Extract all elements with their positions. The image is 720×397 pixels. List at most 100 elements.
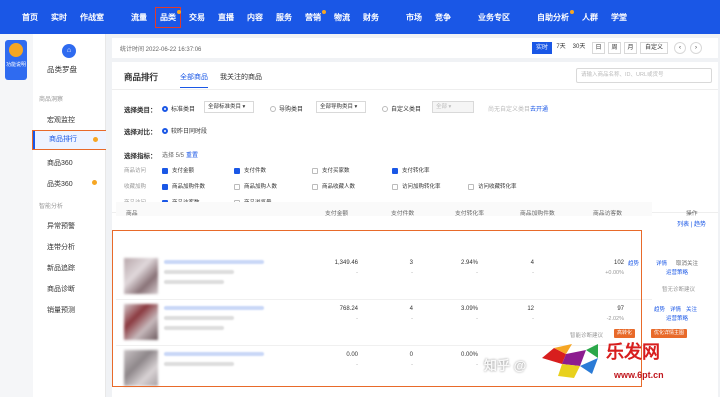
product-search-input[interactable]: 请输入商品名称、ID、URL或货号 <box>576 68 712 83</box>
metric-option-label: 支付买家数 <box>322 168 350 174</box>
product-image[interactable] <box>124 258 158 294</box>
custom-category-select: 全部 ▾ <box>432 101 474 113</box>
nav-self-analysis-label: 自助分析 <box>537 12 569 22</box>
period-30d[interactable]: 30天 <box>570 42 588 54</box>
sidebar-item-product-diagnosis[interactable]: 商品诊断 <box>47 284 75 294</box>
nav-crowd[interactable]: 人群 <box>582 12 598 23</box>
period-7d[interactable]: 7天 <box>555 42 567 54</box>
compare-label: 选择对比： <box>124 129 157 136</box>
nav-content[interactable]: 内容 <box>247 12 263 23</box>
sidebar-item-category-360[interactable]: 品类360 <box>47 179 73 189</box>
nav-business-zone[interactable]: 业务专区 <box>478 12 510 23</box>
ops-strategy-link[interactable]: 运营策略 <box>666 314 688 322</box>
follow-link[interactable]: 关注 <box>686 305 697 313</box>
sidebar-item-sales-forecast[interactable]: 销量预测 <box>47 305 75 315</box>
period-custom[interactable]: 自定义 <box>640 42 668 54</box>
open-custom-category-link[interactable]: 去开通 <box>530 104 548 113</box>
std-category-label: 标准类目 <box>171 107 196 113</box>
guide-category-select[interactable]: 全部导购类目 ▾ <box>316 101 366 113</box>
compare-yesterday-radio[interactable]: 较昨日同时段 <box>162 126 207 135</box>
nav-trade[interactable]: 交易 <box>189 12 205 23</box>
metric-pay-amount-checkbox[interactable]: 支付金额 <box>162 166 194 174</box>
nav-market[interactable]: 市场 <box>406 12 422 23</box>
guide-category-radio[interactable]: 导购类目 <box>270 104 303 113</box>
sidebar-item-product-360[interactable]: 商品360 <box>47 158 73 168</box>
nav-category[interactable]: 品类 <box>155 6 181 28</box>
nav-marketing[interactable]: 营销 <box>305 9 326 23</box>
nav-logistics[interactable]: 物流 <box>334 12 350 23</box>
unfollow-link[interactable]: 取消关注 <box>676 259 698 267</box>
table-header <box>116 202 652 216</box>
nav-war-room[interactable]: 作战室 <box>80 12 104 23</box>
product-image[interactable] <box>124 350 158 386</box>
sidebar-item-product-ranking[interactable]: 商品排行 <box>32 130 107 150</box>
tab-all-products[interactable]: 全部商品 <box>180 72 208 88</box>
product-title-blurred[interactable] <box>164 260 264 264</box>
nav-competition[interactable]: 竞争 <box>435 12 451 23</box>
stat-time-bar: 统计时间 2022-06-22 16:37:06 实时 7天 30天 日 周 月… <box>112 38 718 58</box>
high-conversion-tag[interactable]: 高转化 <box>614 329 636 338</box>
col-cart-qty[interactable]: 商品加购件数 <box>520 208 555 217</box>
period-week[interactable]: 周 <box>608 42 621 54</box>
sidebar-item-basket-analysis[interactable]: 连带分析 <box>47 242 75 252</box>
function-guide-button[interactable]: 功能说明 <box>5 40 27 80</box>
std-category-radio[interactable]: 标准类目 <box>162 104 195 113</box>
nav-live[interactable]: 直播 <box>218 12 234 23</box>
product-id-blurred <box>164 316 234 320</box>
sidebar-item-new-product-tracking[interactable]: 新品追踪 <box>47 263 75 273</box>
tab-followed-products[interactable]: 我关注的商品 <box>220 72 262 82</box>
col-visitors[interactable]: 商品访客数 <box>593 208 622 217</box>
new-dot-icon <box>177 9 181 14</box>
prev-period-button[interactable]: ‹ <box>674 42 686 54</box>
ops-strategy-link[interactable]: 运营策略 <box>666 268 688 276</box>
metric-visit-cart-cvr-checkbox[interactable]: 访问加购转化率 <box>392 182 441 190</box>
col-pay-qty[interactable]: 支付件数 <box>391 208 414 217</box>
product-image[interactable] <box>124 304 158 340</box>
sidebar-group-smart: 智能分析 <box>39 204 64 210</box>
metric-reset-link[interactable]: 重置 <box>186 150 198 159</box>
cell-pay-qty: 0 <box>409 352 413 358</box>
col-ops: 操作 <box>686 211 698 217</box>
sidebar-item-anomaly-alert[interactable]: 异常预警 <box>47 221 75 231</box>
trend-link[interactable]: 趋势 <box>628 259 639 267</box>
product-title-blurred[interactable] <box>164 352 264 356</box>
detail-link[interactable]: 详情 <box>656 259 667 267</box>
metric-option-label: 访问收藏转化率 <box>478 184 517 190</box>
period-realtime[interactable]: 实时 <box>532 42 552 54</box>
category-label: 选择类目： <box>124 107 157 114</box>
view-toggle[interactable]: 列表 | 趋势 <box>677 219 706 228</box>
col-pay-amount[interactable]: 支付金额 <box>325 208 348 217</box>
trend-link[interactable]: 趋势 <box>654 305 665 313</box>
top-navigation: 首页 实时 作战室 流量 品类 交易 直播 内容 服务 营销 物流 财务 市场 … <box>0 0 720 34</box>
cell-cart-qty-change: - <box>532 270 534 276</box>
metric-pay-buyers-checkbox[interactable]: 支付买家数 <box>312 166 350 174</box>
next-period-button[interactable]: › <box>690 42 702 54</box>
metric-visit-fav-cvr-checkbox[interactable]: 访问收藏转化率 <box>468 182 517 190</box>
sidebar-item-macro-monitor[interactable]: 宏观监控 <box>47 115 75 125</box>
nav-self-analysis[interactable]: 自助分析 <box>537 9 574 23</box>
period-day[interactable]: 日 <box>592 42 605 54</box>
table-row: 1,349.46 - 3 - 2.94% - 4 - 102 +0.00% <box>116 252 652 300</box>
metric-cart-users-checkbox[interactable]: 商品加购人数 <box>234 182 277 190</box>
nav-traffic[interactable]: 流量 <box>131 12 147 23</box>
nav-finance[interactable]: 财务 <box>363 12 379 23</box>
optimize-main-image-tag[interactable]: 优化详情主图 <box>651 329 688 338</box>
std-category-select[interactable]: 全部标准类目 ▾ <box>204 101 254 113</box>
nav-academy[interactable]: 学堂 <box>611 12 627 23</box>
product-title-blurred[interactable] <box>164 306 264 310</box>
period-month[interactable]: 月 <box>624 42 637 54</box>
col-cvr[interactable]: 支付转化率 <box>455 208 484 217</box>
metric-group-visit: 商品访问 <box>124 168 147 174</box>
checkbox-icon <box>392 183 398 190</box>
metric-fav-users-checkbox[interactable]: 商品收藏人数 <box>312 182 355 190</box>
metric-cvr-checkbox[interactable]: 支付转化率 <box>392 166 430 174</box>
checkbox-icon <box>468 183 474 190</box>
metric-pay-qty-checkbox[interactable]: 支付件数 <box>234 166 266 174</box>
sidebar-title: 品类罗盘 <box>47 65 77 74</box>
metric-cart-qty-checkbox[interactable]: 商品加购件数 <box>162 182 205 190</box>
nav-home[interactable]: 首页 <box>22 12 38 23</box>
custom-category-radio[interactable]: 自定义类目 <box>382 104 421 113</box>
nav-realtime[interactable]: 实时 <box>51 12 67 23</box>
nav-service[interactable]: 服务 <box>276 12 292 23</box>
detail-link[interactable]: 详情 <box>670 305 681 313</box>
